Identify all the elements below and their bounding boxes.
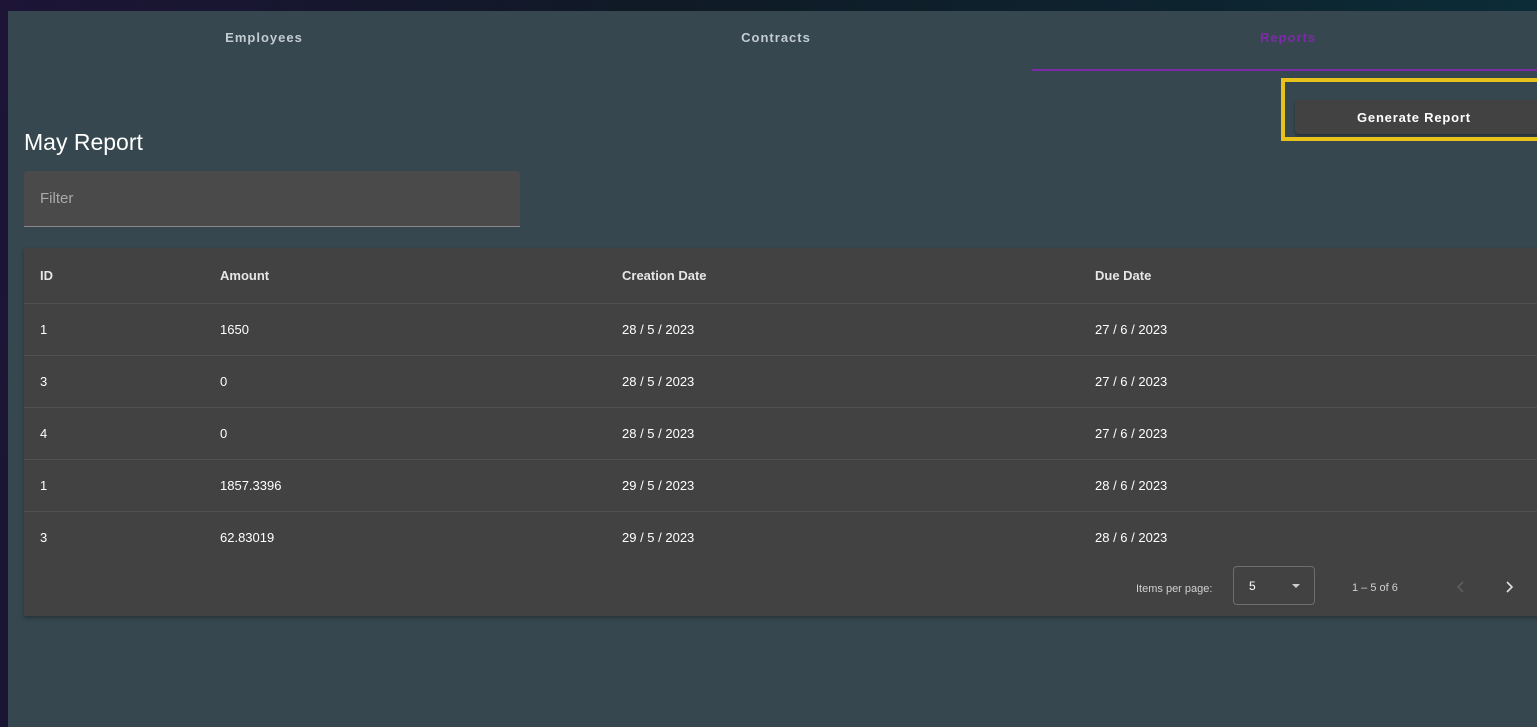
tab-label: Contracts <box>741 29 811 45</box>
table-header-row: ID Amount Creation Date Due Date <box>24 248 1537 304</box>
cell-id: 1 <box>24 459 204 512</box>
filter-field[interactable] <box>24 171 520 227</box>
column-header-amount[interactable]: Amount <box>204 248 606 304</box>
table-row[interactable]: 3 62.83019 29 / 5 / 2023 28 / 6 / 2023 <box>24 512 1537 564</box>
tab-label: Reports <box>1259 29 1317 45</box>
cell-id: 4 <box>24 407 204 460</box>
dropdown-arrow-icon <box>1292 584 1300 588</box>
cell-id: 3 <box>24 355 204 408</box>
cell-id: 1 <box>24 303 204 356</box>
cell-amount: 0 <box>204 407 606 460</box>
cell-amount: 1650 <box>204 303 606 356</box>
column-header-due-date[interactable]: Due Date <box>1079 248 1537 304</box>
cell-creation-date: 28 / 5 / 2023 <box>606 407 1079 460</box>
chevron-left-icon <box>1456 581 1464 593</box>
filter-input[interactable] <box>24 171 520 226</box>
cell-creation-date: 29 / 5 / 2023 <box>622 530 695 545</box>
table-row[interactable]: 3 0 28 / 5 / 2023 27 / 6 / 2023 <box>24 355 1537 408</box>
cell-due-date: 28 / 6 / 2023 <box>1079 459 1537 512</box>
items-per-page-label: Items per page: <box>1136 583 1213 595</box>
cell-amount: 62.83019 <box>220 530 275 545</box>
tab-employees[interactable]: Employees <box>8 11 520 71</box>
tab-label: Employees <box>225 29 303 45</box>
tab-contracts[interactable]: Contracts <box>520 11 1032 71</box>
cell-creation-date: 28 / 5 / 2023 <box>606 355 1079 408</box>
tab-reports[interactable]: Reports <box>1032 11 1537 71</box>
table-row[interactable]: 1 1650 28 / 5 / 2023 27 / 6 / 2023 <box>24 303 1537 356</box>
cell-due-date: 28 / 6 / 2023 <box>1095 530 1168 545</box>
tab-bar: Employees Contracts Reports <box>8 11 1537 71</box>
cell-due-date: 27 / 6 / 2023 <box>1079 355 1537 408</box>
chevron-right-icon <box>1506 581 1514 593</box>
next-page-button[interactable] <box>1497 575 1521 599</box>
highlight-box <box>1281 78 1537 141</box>
table-row[interactable]: 1 1857.3396 29 / 5 / 2023 28 / 6 / 2023 <box>24 459 1537 512</box>
page-size-value: 5 <box>1249 579 1256 593</box>
report-table: ID Amount Creation Date Due Date 1 1650 … <box>24 248 1537 563</box>
cell-due-date: 27 / 6 / 2023 <box>1079 407 1537 460</box>
cell-creation-date: 28 / 5 / 2023 <box>606 303 1079 356</box>
page-size-select[interactable]: 5 <box>1233 566 1315 605</box>
page-range-label: 1 – 5 of 6 <box>1352 582 1398 594</box>
cell-amount: 1857.3396 <box>204 459 606 512</box>
paginator: Items per page: 5 1 – 5 of 6 <box>24 562 1537 616</box>
column-header-creation-date[interactable]: Creation Date <box>606 248 1079 304</box>
table-row[interactable]: 4 0 28 / 5 / 2023 27 / 6 / 2023 <box>24 407 1537 460</box>
cell-id: 3 <box>40 530 48 545</box>
cell-amount: 0 <box>204 355 606 408</box>
previous-page-button[interactable] <box>1449 575 1473 599</box>
cell-creation-date: 29 / 5 / 2023 <box>606 459 1079 512</box>
column-header-id[interactable]: ID <box>24 248 204 304</box>
page-title: May Report <box>24 129 143 155</box>
app-container: Employees Contracts Reports Generate Rep… <box>8 11 1537 727</box>
cell-due-date: 27 / 6 / 2023 <box>1079 303 1537 356</box>
report-table-card: ID Amount Creation Date Due Date 1 1650 … <box>24 248 1537 616</box>
